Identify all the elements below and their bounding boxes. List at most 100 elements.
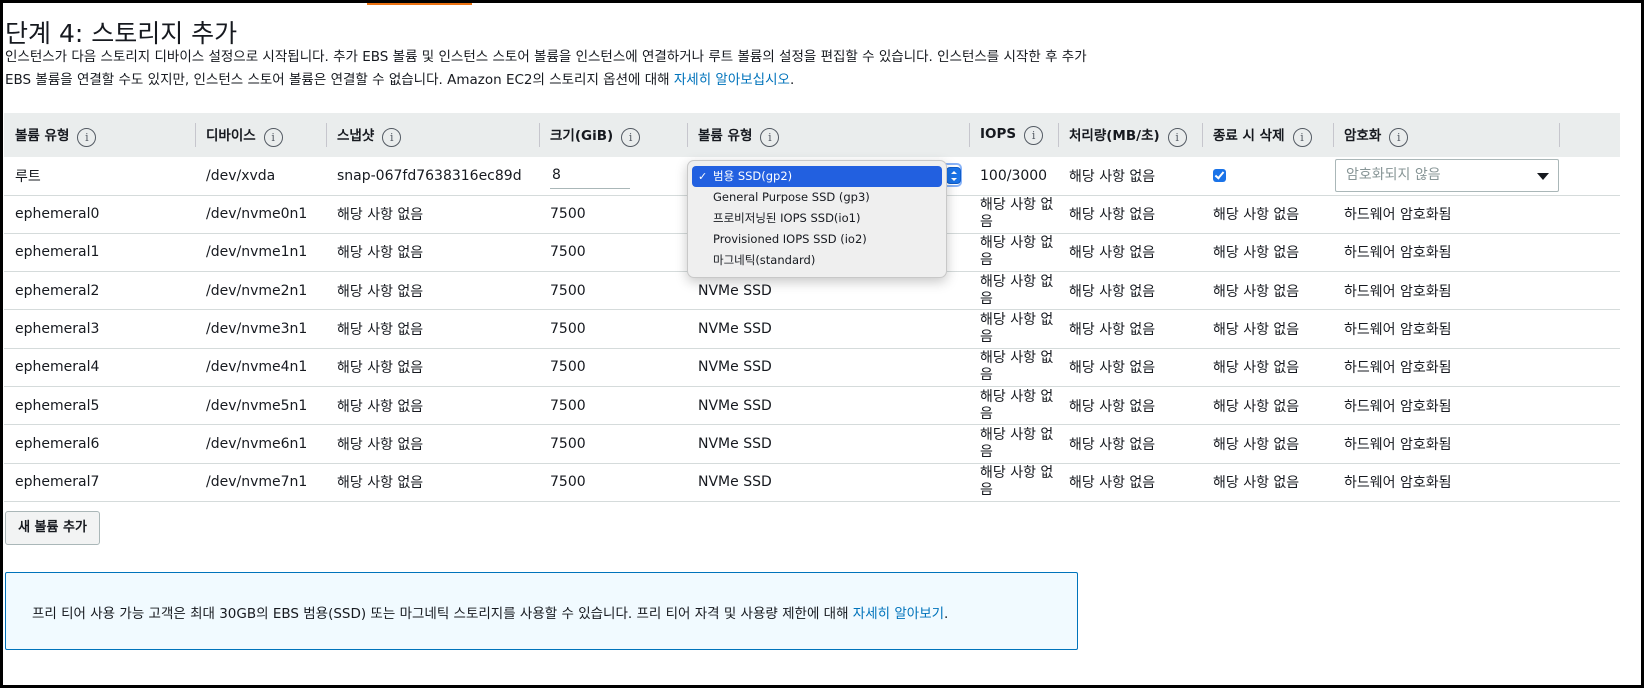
select-stepper-icon[interactable] — [946, 167, 961, 184]
intro-body: 인스턴스가 다음 스토리지 디바이스 설정으로 시작됩니다. 추가 EBS 볼륨… — [5, 49, 1087, 88]
column-divider — [195, 123, 196, 147]
column-header-label: 종료 시 삭제 — [1213, 127, 1285, 144]
column-divider — [1559, 123, 1560, 147]
cell-iops: 해당 사항 없음 — [980, 197, 1054, 231]
cell-device: /dev/nvme1n1 — [206, 244, 308, 261]
cell-device: /dev/nvme3n1 — [206, 321, 308, 338]
volume-type-option-label: Provisioned IOPS SSD (io2) — [713, 232, 867, 246]
cell-snapshot: 해당 사항 없음 — [337, 475, 424, 492]
delete-on-termination-checkbox[interactable] — [1213, 169, 1226, 183]
cell-snapshot: 해당 사항 없음 — [337, 436, 424, 453]
cell-encryption: 하드웨어 암호화됨 — [1344, 207, 1452, 224]
volume-type-option-label: General Purpose SSD (gp3) — [713, 190, 870, 204]
cell-volume-type: NVMe SSD — [698, 474, 772, 491]
cell-snapshot: 해당 사항 없음 — [337, 245, 424, 262]
column-header: 처리량(MB/초) i — [1058, 113, 1202, 157]
cell-volume-kind: ephemeral5 — [15, 397, 100, 414]
cell-throughput: 해당 사항 없음 — [1069, 436, 1156, 453]
column-header: 디바이스 i — [195, 113, 326, 157]
cell-iops: 해당 사항 없음 — [980, 273, 1054, 307]
column-header-label: 크기(GiB) — [550, 127, 614, 144]
caret-down-icon — [1537, 173, 1549, 181]
cell-snapshot: snap-067fd7638316ec89d — [337, 167, 522, 184]
cell-volume-kind: ephemeral0 — [15, 206, 100, 223]
cell-spacer — [1559, 272, 1620, 310]
column-header-label: 볼륨 유형 — [15, 127, 70, 144]
cell-throughput: 해당 사항 없음 — [1069, 207, 1156, 224]
cell-snapshot: 해당 사항 없음 — [337, 283, 424, 300]
free-tier-learn-more-link[interactable]: 자세히 알아보기 — [853, 606, 944, 622]
info-icon[interactable]: i — [621, 127, 641, 147]
info-icon[interactable]: i — [1292, 127, 1312, 147]
cell-size: 7500 — [550, 474, 586, 491]
column-header: 암호화 i — [1333, 113, 1559, 157]
info-icon[interactable]: i — [1167, 127, 1187, 147]
column-header: 크기(GiB) i — [539, 113, 687, 157]
cell-size: 7500 — [550, 321, 586, 338]
cell-throughput: 해당 사항 없음 — [1069, 322, 1156, 339]
cell-device: /dev/nvme4n1 — [206, 359, 308, 376]
info-icon[interactable]: i — [760, 127, 780, 147]
cell-spacer — [1559, 348, 1620, 386]
cell-size: 7500 — [550, 435, 586, 452]
cell-delete-on-termination: 해당 사항 없음 — [1213, 322, 1300, 339]
info-icon[interactable]: i — [1389, 127, 1409, 147]
volume-type-dropdown: ✓ 범용 SSD(gp2) General Purpose SSD (gp3) 프로비… — [687, 160, 947, 278]
cell-encryption: 하드웨어 암호화됨 — [1344, 245, 1452, 262]
cell-delete-on-termination: 해당 사항 없음 — [1213, 245, 1300, 262]
intro-text: 인스턴스가 다음 스토리지 디바이스 설정으로 시작됩니다. 추가 EBS 볼륨… — [5, 46, 1095, 92]
cell-delete-on-termination: 해당 사항 없음 — [1213, 436, 1300, 453]
cell-spacer — [1559, 233, 1620, 271]
cell-size: 7500 — [550, 244, 586, 261]
volume-type-option[interactable]: ✓ 범용 SSD(gp2) — [692, 166, 942, 187]
volume-type-option-label: 프로비저닝된 IOPS SSD(io1) — [713, 211, 861, 225]
cell-delete-on-termination: 해당 사항 없음 — [1213, 398, 1300, 415]
column-header: 볼륨 유형 i — [687, 113, 969, 157]
add-volume-button[interactable]: 새 볼륨 추가 — [5, 511, 100, 545]
cell-spacer — [1559, 310, 1620, 348]
cell-device: /dev/xvda — [206, 167, 276, 184]
cell-delete-on-termination — [1202, 157, 1333, 195]
cell-throughput: 해당 사항 없음 — [1069, 245, 1156, 262]
cell-device: /dev/nvme2n1 — [206, 282, 308, 299]
column-header-label: 볼륨 유형 — [698, 127, 753, 144]
table-row: ephemeral3/dev/nvme3n1 해당 사항 없음 7500 NVMe S… — [4, 310, 1620, 349]
cell-size: 7500 — [550, 206, 586, 223]
info-icon[interactable]: i — [77, 127, 97, 147]
table-row: ephemeral5/dev/nvme5n1 해당 사항 없음 7500 NVMe S… — [4, 386, 1620, 425]
size-input[interactable] — [550, 162, 630, 189]
column-header-label: 처리량(MB/초) — [1069, 127, 1160, 144]
cell-snapshot: 해당 사항 없음 — [337, 322, 424, 339]
volume-type-option[interactable]: Provisioned IOPS SSD (io2) — [692, 229, 942, 250]
encryption-select[interactable]: 암호화되지 않음 — [1335, 159, 1559, 193]
free-tier-info-box: 프리 티어 사용 가능 고객은 최대 30GB의 EBS 범용(SSD) 또는 … — [5, 572, 1078, 650]
learn-more-link[interactable]: 자세히 알아보십시오 — [674, 72, 790, 88]
column-header-label: 암호화 — [1344, 127, 1382, 144]
cell-volume-kind: ephemeral3 — [15, 321, 100, 338]
cell-size: 7500 — [550, 359, 586, 376]
top-accent-bar — [367, 3, 472, 5]
checkmark-icon: ✓ — [698, 170, 708, 183]
cell-device: /dev/nvme6n1 — [206, 435, 308, 452]
cell-spacer — [1559, 463, 1620, 501]
volume-type-option[interactable]: 프로비저닝된 IOPS SSD(io1) — [692, 208, 942, 229]
column-divider — [687, 123, 688, 147]
cell-throughput: 해당 사항 없음 — [1069, 475, 1156, 492]
cell-device: /dev/nvme5n1 — [206, 397, 308, 414]
column-header: 볼륨 유형 i — [4, 113, 195, 157]
info-icon[interactable]: i — [263, 127, 283, 147]
cell-snapshot: 해당 사항 없음 — [337, 360, 424, 377]
table-row: ephemeral6/dev/nvme6n1 해당 사항 없음 7500 NVMe S… — [4, 425, 1620, 464]
cell-iops: 해당 사항 없음 — [980, 388, 1054, 422]
cell-spacer — [1559, 425, 1620, 463]
cell-volume-kind: 루트 — [15, 168, 41, 185]
free-tier-text: 프리 티어 사용 가능 고객은 최대 30GB의 EBS 범용(SSD) 또는 … — [32, 606, 849, 622]
volume-type-option[interactable]: General Purpose SSD (gp3) — [692, 187, 942, 208]
cell-volume-type: NVMe SSD — [698, 321, 772, 338]
column-divider — [1202, 123, 1203, 147]
info-icon[interactable]: i — [1024, 125, 1044, 145]
column-divider — [1058, 123, 1059, 147]
info-icon[interactable]: i — [382, 127, 402, 147]
cell-size: 7500 — [550, 397, 586, 414]
volume-type-option[interactable]: 마그네틱(standard) — [692, 250, 942, 271]
